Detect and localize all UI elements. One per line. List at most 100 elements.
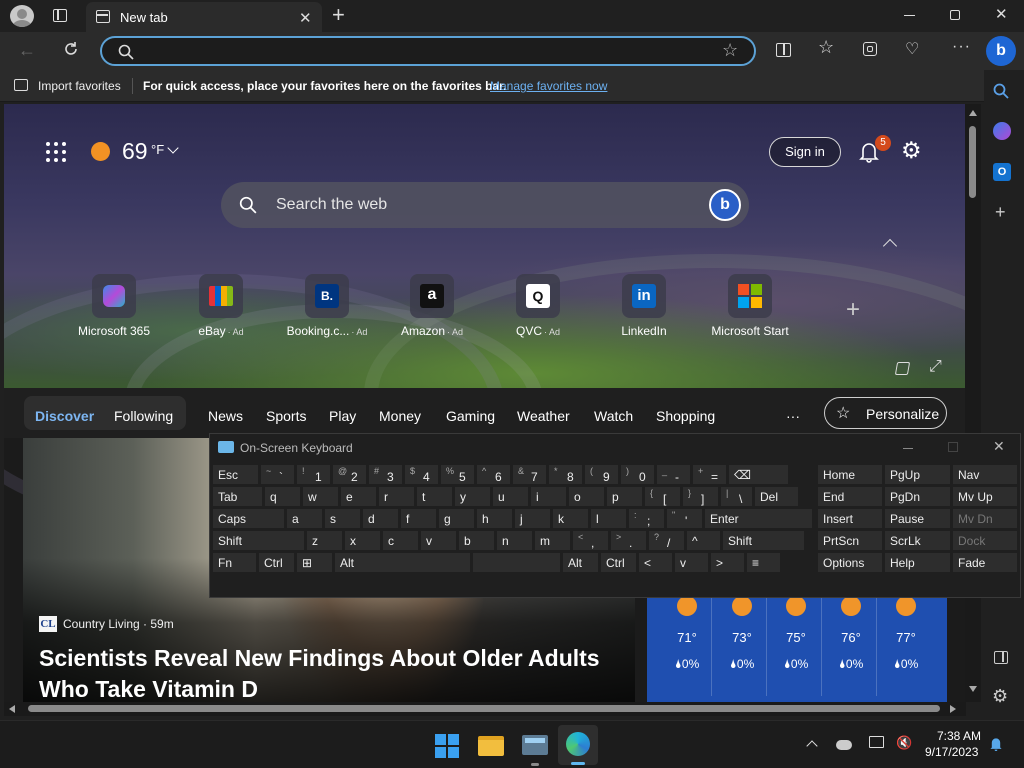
osk-key[interactable]: <, (572, 530, 609, 551)
nav-more-icon[interactable]: ··· (786, 408, 800, 424)
weather-temperature[interactable]: 69 (122, 138, 148, 165)
new-tab-button[interactable]: + (332, 2, 345, 28)
add-quick-link-icon[interactable]: + (846, 296, 860, 324)
quick-link-microsoft365[interactable]: Microsoft 365 (59, 274, 169, 338)
nav-sports[interactable]: Sports (266, 408, 306, 424)
chevron-down-icon[interactable] (167, 142, 179, 154)
osk-key[interactable]: o (568, 486, 605, 507)
address-bar[interactable]: ☆ (100, 36, 756, 66)
osk-key[interactable]: s (324, 508, 361, 529)
vertical-scrollbar[interactable] (965, 104, 981, 702)
osk-key[interactable]: b (458, 530, 495, 551)
osk-key[interactable]: >. (610, 530, 647, 551)
osk-key[interactable]: _ - (656, 464, 691, 485)
nav-weather[interactable]: Weather (517, 408, 570, 424)
osk-nav-key[interactable]: Fade (952, 552, 1018, 573)
browser-essentials-icon[interactable]: ♡ (905, 39, 919, 59)
osk-nav-key[interactable]: Help (884, 552, 951, 573)
osk-key[interactable]: e (340, 486, 377, 507)
osk-key[interactable]: Enter (704, 508, 813, 529)
osk-key[interactable]: ^ 6 (476, 464, 511, 485)
osk-key[interactable]: Del (754, 486, 799, 507)
osk-key[interactable]: ^ (686, 530, 721, 551)
edit-background-icon[interactable] (894, 362, 911, 375)
tab-new-tab[interactable]: New tab ✕ (86, 2, 322, 32)
sign-in-button[interactable]: Sign in (769, 137, 841, 167)
osk-key[interactable]: ? / (648, 530, 685, 551)
notification-bell-icon[interactable] (989, 736, 1003, 752)
quick-link-booking[interactable]: B. Booking.c... · Ad (272, 274, 382, 338)
osk-key[interactable]: (9 (584, 464, 619, 485)
onedrive-cloud-icon[interactable] (836, 740, 852, 750)
web-search-box[interactable]: Search the web b (221, 182, 749, 228)
osk-key[interactable]: @2 (332, 464, 367, 485)
back-button[interactable]: ← (18, 40, 36, 61)
volume-muted-icon[interactable]: 🔇 (896, 735, 912, 751)
split-screen-icon[interactable] (776, 43, 791, 57)
osk-taskbar-icon[interactable] (522, 735, 548, 755)
osk-key[interactable]: ! 1 (296, 464, 331, 485)
osk-key[interactable]: % 5 (440, 464, 475, 485)
osk-key[interactable]: r (378, 486, 415, 507)
osk-key[interactable]: ~ ` (260, 464, 295, 485)
osk-key[interactable]: x (344, 530, 381, 551)
osk-key[interactable]: z (306, 530, 343, 551)
sidebar-outlook-icon[interactable]: O (993, 163, 1011, 181)
quick-link-microsoft-start[interactable]: Microsoft Start (695, 274, 805, 338)
osk-key[interactable]: m (534, 530, 571, 551)
favorites-icon[interactable]: ☆ (818, 37, 834, 58)
quick-link-ebay[interactable]: eBay · Ad (166, 274, 276, 338)
close-tab-icon[interactable]: ✕ (299, 9, 312, 27)
osk-key[interactable]: Fn (212, 552, 257, 573)
osk-key[interactable]: p (606, 486, 643, 507)
osk-key[interactable]: g (438, 508, 475, 529)
osk-key[interactable]: $4 (404, 464, 439, 485)
osk-key[interactable]: v (674, 552, 709, 573)
osk-nav-key[interactable]: Nav (952, 464, 1018, 485)
sidebar-copilot-icon[interactable] (993, 122, 1011, 140)
osk-nav-key[interactable]: Home (817, 464, 883, 485)
clock-date[interactable]: 9/17/2023 (925, 745, 978, 759)
osk-key[interactable]: Alt (562, 552, 599, 573)
osk-key[interactable]: Shift (722, 530, 805, 551)
quick-link-linkedin[interactable]: in LinkedIn (589, 274, 699, 338)
bing-chat-icon[interactable]: b (709, 189, 741, 221)
osk-key[interactable]: * 8 (548, 464, 583, 485)
manage-favorites-link[interactable]: Manage favorites now (490, 79, 607, 93)
osk-nav-key[interactable]: Insert (817, 508, 883, 529)
weather-forecast-card[interactable]: 71° 🌢0% 73° 🌢0% 75° 🌢0% 76° 🌢0% 77° 🌢0% (647, 586, 947, 702)
collections-icon[interactable] (863, 42, 877, 56)
osk-key[interactable]: Tab (212, 486, 263, 507)
osk-key[interactable]: | \ (720, 486, 753, 507)
scroll-thumb[interactable] (969, 126, 976, 198)
osk-key[interactable]: ≡ (746, 552, 781, 573)
personalize-button[interactable]: ☆ Personalize (824, 397, 947, 429)
profile-avatar[interactable] (10, 5, 34, 27)
scroll-thumb[interactable] (28, 705, 940, 712)
osk-key[interactable]: q (264, 486, 301, 507)
news-source[interactable]: Country Living · 59m (63, 617, 174, 631)
osk-key[interactable]: + = (692, 464, 727, 485)
news-headline[interactable]: Scientists Reveal New Findings About Old… (39, 643, 600, 702)
nav-gaming[interactable]: Gaming (446, 408, 495, 424)
minimize-button[interactable] (904, 15, 915, 16)
osk-key[interactable]: Ctrl (258, 552, 295, 573)
nav-discover[interactable]: Discover (35, 408, 94, 424)
horizontal-scrollbar[interactable] (4, 702, 966, 716)
osk-key[interactable]: j (514, 508, 551, 529)
expand-icon[interactable]: ⤢ (929, 358, 942, 376)
osk-key[interactable]: k (552, 508, 589, 529)
nav-watch[interactable]: Watch (594, 408, 633, 424)
sidebar-search-icon[interactable] (993, 83, 1009, 99)
vertical-tabs-icon[interactable] (53, 9, 67, 22)
osk-key[interactable]: < (638, 552, 673, 573)
display-icon[interactable] (869, 736, 884, 748)
osk-nav-key[interactable]: PgUp (884, 464, 951, 485)
osk-nav-key[interactable]: PrtScn (817, 530, 883, 551)
osk-nav-key[interactable]: PgDn (884, 486, 951, 507)
osk-key[interactable]: w (302, 486, 339, 507)
edge-taskbar-icon[interactable] (558, 725, 598, 765)
osk-close-button[interactable]: ✕ (993, 438, 1005, 455)
osk-key[interactable]: v (420, 530, 457, 551)
copilot-icon[interactable]: b (986, 36, 1016, 66)
